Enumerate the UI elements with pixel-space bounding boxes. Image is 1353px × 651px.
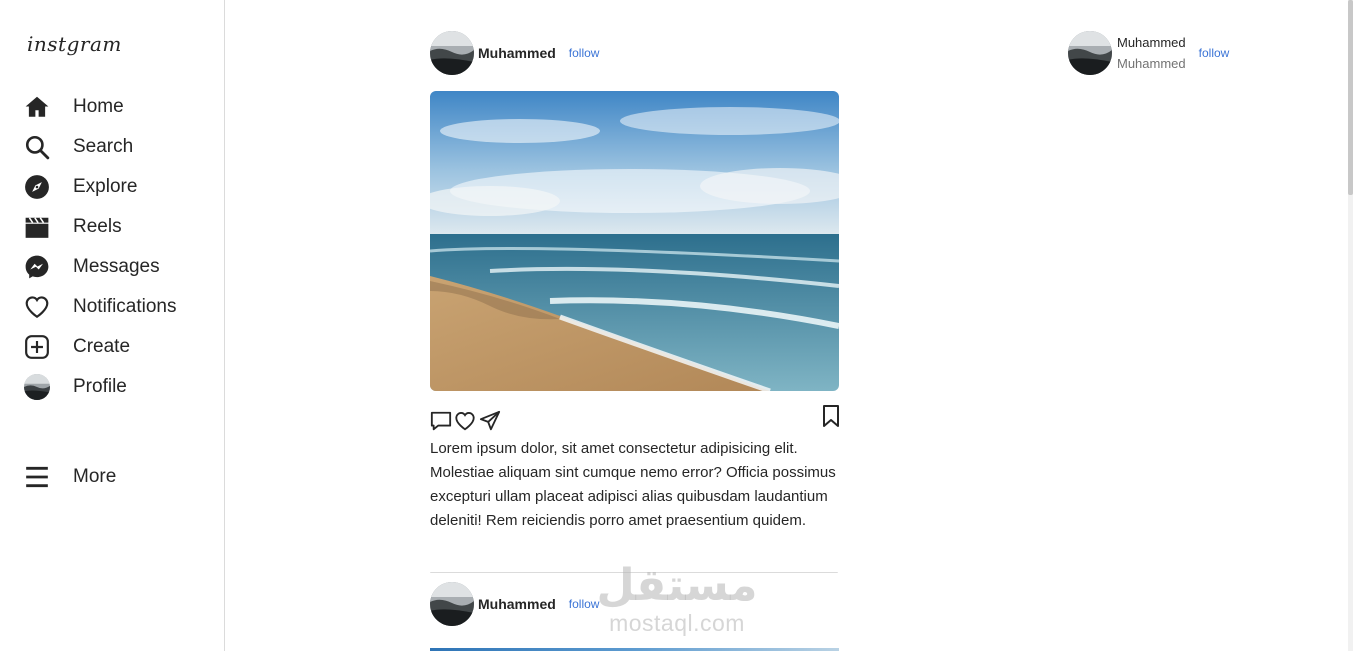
follow-button[interactable]: follow	[569, 597, 600, 611]
suggestion-card: Muhammed Muhammed follow	[1068, 31, 1229, 75]
clapperboard-icon	[24, 214, 50, 240]
sidebar-item-label: Messages	[73, 256, 160, 277]
sidebar-item-notifications[interactable]: Notifications	[24, 292, 214, 322]
sidebar-item-profile[interactable]: Profile	[24, 372, 214, 402]
post-username[interactable]: Muhammed	[478, 596, 556, 612]
sidebar-item-label: Home	[73, 96, 124, 117]
share-icon[interactable]	[479, 410, 501, 436]
scrollbar-thumb[interactable]	[1348, 0, 1353, 195]
home-icon	[24, 94, 50, 120]
hamburger-icon	[24, 464, 50, 490]
sidebar: instgram Home Search Explore Reels Messa…	[0, 0, 225, 651]
post-divider	[430, 572, 838, 573]
suggestion-username[interactable]: Muhammed	[1117, 32, 1186, 53]
post-image[interactable]	[430, 642, 839, 651]
like-heart-icon[interactable]	[454, 410, 476, 436]
sidebar-item-explore[interactable]: Explore	[24, 172, 214, 202]
compass-icon	[24, 174, 50, 200]
sidebar-item-label: More	[73, 466, 117, 487]
watermark-arabic: مستقل	[596, 560, 758, 611]
sidebar-item-label: Create	[73, 336, 131, 357]
sidebar-item-search[interactable]: Search	[24, 132, 214, 162]
comment-icon[interactable]	[430, 410, 452, 436]
sidebar-item-label: Notifications	[73, 296, 177, 317]
sidebar-item-reels[interactable]: Reels	[24, 212, 214, 242]
search-icon	[24, 134, 50, 160]
app-logo[interactable]: instgram	[27, 32, 122, 56]
avatar[interactable]	[430, 31, 474, 75]
post-header: Muhammed follow	[430, 581, 599, 627]
bookmark-icon[interactable]	[822, 404, 840, 432]
messenger-icon	[24, 254, 50, 280]
plus-square-icon	[24, 334, 50, 360]
post-image[interactable]	[430, 91, 839, 391]
sidebar-item-messages[interactable]: Messages	[24, 252, 214, 282]
watermark-latin: mostaql.com	[609, 610, 745, 636]
sidebar-item-label: Profile	[73, 376, 127, 397]
avatar[interactable]	[430, 582, 474, 626]
post-caption: Lorem ipsum dolor, sit amet consectetur …	[430, 440, 836, 529]
post-username[interactable]: Muhammed	[478, 45, 556, 61]
suggestion-subname: Muhammed	[1117, 56, 1186, 71]
avatar[interactable]	[1068, 31, 1112, 75]
sidebar-item-label: Search	[73, 136, 134, 157]
sidebar-item-create[interactable]: Create	[24, 332, 214, 362]
scrollbar[interactable]	[1348, 0, 1353, 651]
follow-button[interactable]: follow	[569, 46, 600, 60]
sidebar-item-home[interactable]: Home	[24, 92, 214, 122]
post-actions	[430, 405, 839, 432]
sidebar-item-label: Explore	[73, 176, 138, 197]
sidebar-item-more[interactable]: More	[24, 462, 214, 492]
post-header: Muhammed follow	[430, 30, 599, 76]
follow-button[interactable]: follow	[1199, 46, 1230, 60]
profile-avatar	[24, 374, 50, 400]
suggestion-names: Muhammed Muhammed	[1117, 32, 1186, 74]
sidebar-item-label: Reels	[73, 216, 122, 237]
heart-icon	[24, 294, 50, 320]
